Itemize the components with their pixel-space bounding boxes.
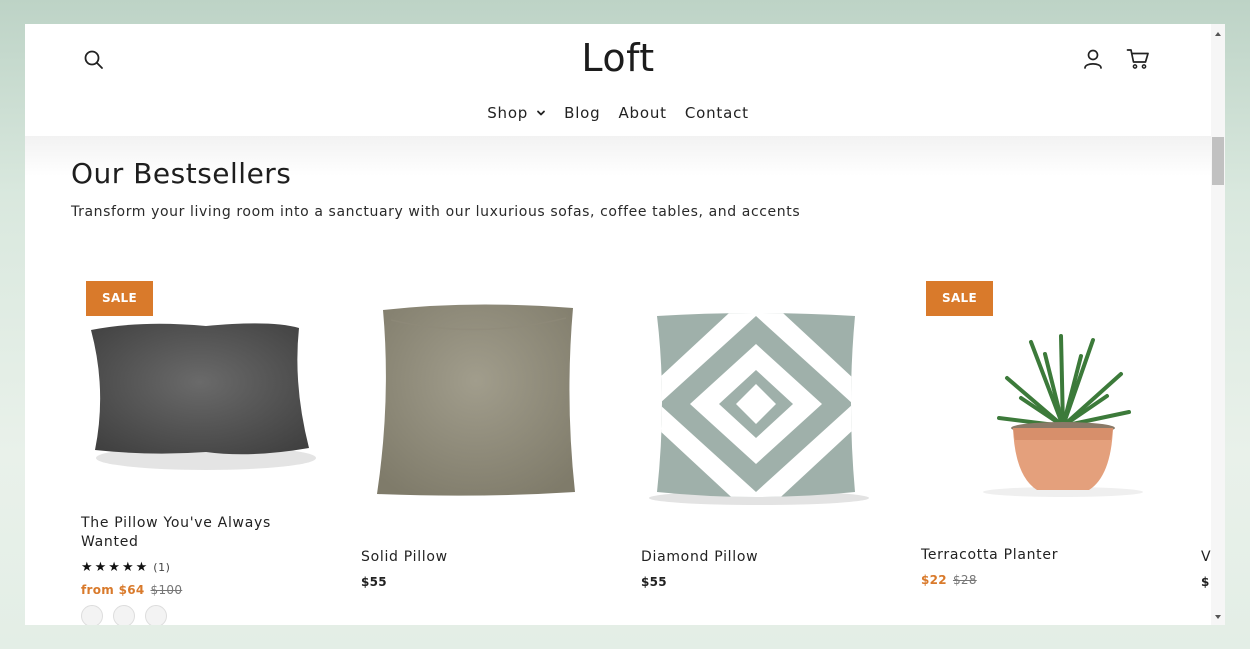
product-image[interactable] bbox=[641, 280, 891, 510]
nav-contact[interactable]: Contact bbox=[685, 104, 749, 122]
price: $ bbox=[1201, 575, 1210, 589]
color-swatch[interactable] bbox=[113, 605, 135, 625]
star-icon: ★★★★★ bbox=[81, 560, 150, 575]
scrollbar[interactable] bbox=[1211, 24, 1225, 625]
scroll-down-button[interactable] bbox=[1211, 609, 1225, 623]
product-card[interactable]: Solid Pillow $55 bbox=[361, 280, 611, 589]
price-row: $22 $28 bbox=[921, 573, 1171, 587]
nav-shop-label: Shop bbox=[487, 104, 529, 122]
main-nav: Shop Blog About Contact bbox=[25, 104, 1211, 122]
page: Loft Shop Blog About Contact Our Bestsel… bbox=[25, 24, 1211, 625]
product-image[interactable]: SALE bbox=[81, 280, 331, 510]
diamond-pillow-image bbox=[649, 313, 869, 505]
sale-badge: SALE bbox=[926, 281, 993, 316]
scrollbar-thumb[interactable] bbox=[1212, 137, 1224, 185]
account-icon bbox=[1084, 49, 1102, 69]
product-image[interactable] bbox=[1201, 280, 1211, 510]
chevron-down-icon bbox=[537, 110, 546, 116]
site-header: Loft Shop Blog About Contact bbox=[25, 24, 1211, 136]
price-row: from $64 $100 bbox=[81, 583, 331, 597]
original-price: $28 bbox=[952, 573, 977, 587]
price-row: $55 bbox=[361, 575, 611, 589]
sale-badge: SALE bbox=[86, 281, 153, 316]
product-card[interactable]: SALE The Pillow You've Always Wanted ★★★… bbox=[81, 280, 331, 625]
price: $55 bbox=[361, 575, 387, 589]
caret-down-icon bbox=[1215, 615, 1221, 619]
color-swatch[interactable] bbox=[81, 605, 103, 625]
price-row: $55 bbox=[641, 575, 891, 589]
section-title: Our Bestsellers bbox=[71, 157, 292, 190]
account-button[interactable] bbox=[1082, 48, 1104, 70]
rating: ★★★★★ (1) bbox=[81, 560, 331, 575]
color-swatch[interactable] bbox=[145, 605, 167, 625]
product-name[interactable]: The Pillow You've Always Wanted bbox=[81, 514, 291, 552]
price: $55 bbox=[641, 575, 667, 589]
product-name[interactable]: Diamond Pillow bbox=[641, 548, 851, 567]
site-logo[interactable]: Loft bbox=[25, 36, 1211, 80]
price-row: $ bbox=[1201, 575, 1211, 589]
caret-up-icon bbox=[1215, 32, 1221, 36]
product-image[interactable]: SALE bbox=[921, 280, 1171, 510]
product-card[interactable]: Diamond Pillow $55 bbox=[641, 280, 891, 589]
scroll-up-button[interactable] bbox=[1211, 26, 1225, 40]
product-card[interactable]: V $ bbox=[1201, 280, 1211, 589]
nav-blog[interactable]: Blog bbox=[564, 104, 600, 122]
sale-price: $22 bbox=[921, 573, 947, 587]
nav-shop[interactable]: Shop bbox=[487, 104, 546, 122]
solid-pillow-image bbox=[377, 304, 575, 496]
browser-viewport: Loft Shop Blog About Contact Our Bestsel… bbox=[25, 24, 1225, 625]
product-image[interactable] bbox=[361, 280, 611, 510]
section-subtitle: Transform your living room into a sanctu… bbox=[71, 204, 801, 220]
product-name[interactable]: Terracotta Planter bbox=[921, 546, 1131, 565]
nav-about-label: About bbox=[618, 104, 667, 122]
product-name[interactable]: Solid Pillow bbox=[361, 548, 571, 567]
sale-price: from $64 bbox=[81, 583, 145, 597]
product-card[interactable]: SALE Terracotta Planter $22 $28 bbox=[921, 280, 1171, 587]
cart-button[interactable] bbox=[1126, 48, 1150, 70]
color-swatches bbox=[81, 605, 331, 625]
cart-icon bbox=[1126, 49, 1149, 69]
nav-contact-label: Contact bbox=[684, 104, 749, 122]
nav-about[interactable]: About bbox=[618, 104, 666, 122]
nav-blog-label: Blog bbox=[564, 104, 601, 122]
original-price: $100 bbox=[150, 583, 183, 597]
product-name[interactable]: V bbox=[1201, 548, 1211, 567]
rating-count: (1) bbox=[153, 561, 171, 574]
